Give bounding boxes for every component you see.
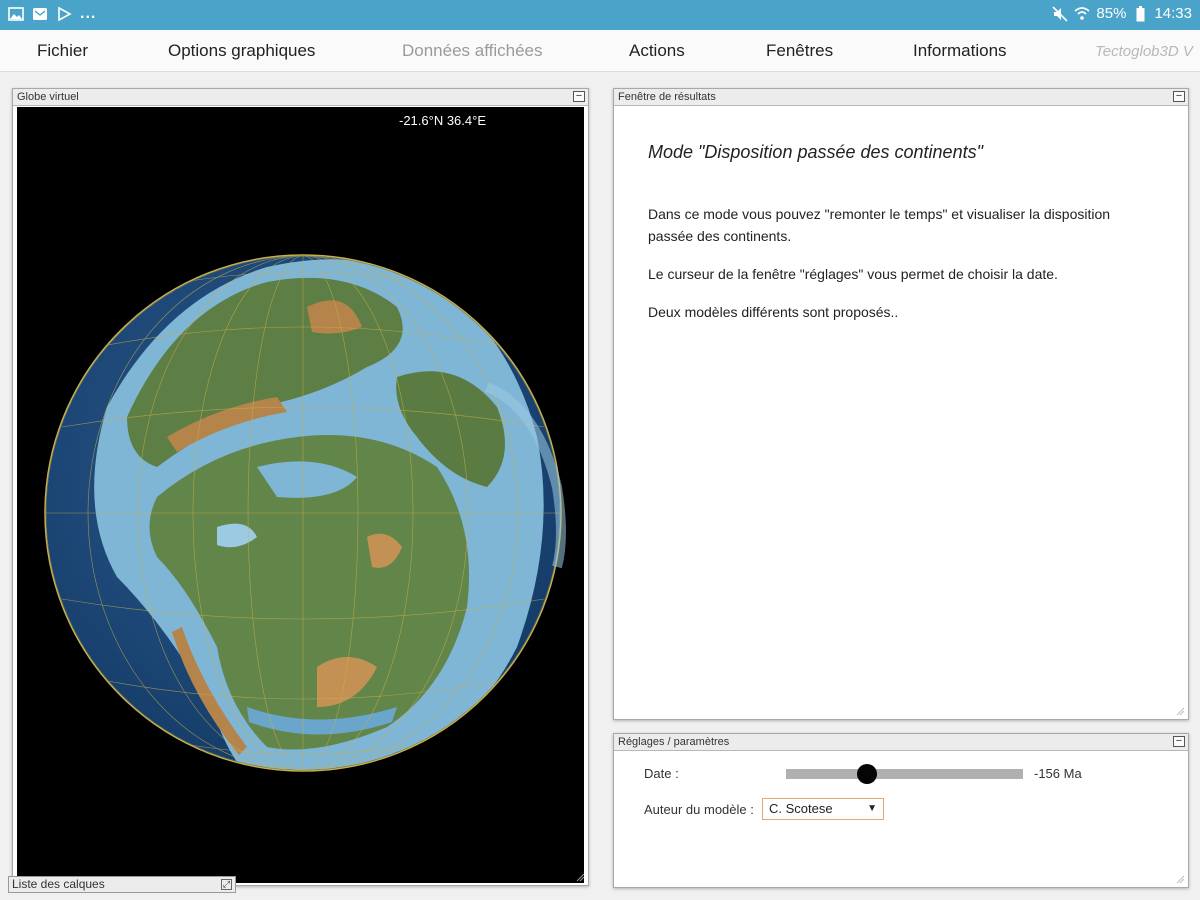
globe-panel-titlebar: Globe virtuel − bbox=[13, 89, 588, 106]
more-notifications: ... bbox=[80, 5, 97, 22]
menu-fenetres[interactable]: Fenêtres bbox=[766, 41, 833, 61]
settings-panel-resize-grip[interactable] bbox=[1176, 875, 1185, 884]
model-author-select[interactable]: C. Scotese ▼ bbox=[762, 798, 884, 820]
results-paragraph: Deux modèles différents sont proposés.. bbox=[648, 304, 899, 320]
layer-list-expand-button[interactable]: ⤢ bbox=[221, 879, 232, 890]
message-icon bbox=[32, 6, 48, 22]
globe-panel: Globe virtuel − -21.6°N 36.4°E bbox=[12, 88, 589, 886]
globe-panel-resize-grip[interactable] bbox=[576, 873, 585, 882]
menu-actions[interactable]: Actions bbox=[629, 41, 685, 61]
results-panel-collapse-button[interactable]: − bbox=[1173, 91, 1185, 102]
settings-panel-collapse-button[interactable]: − bbox=[1173, 736, 1185, 747]
status-bar: ... 85% 14:33 bbox=[0, 0, 1200, 30]
settings-panel-titlebar: Réglages / paramètres − bbox=[614, 734, 1188, 751]
results-heading: Mode "Disposition passée des continents" bbox=[648, 142, 983, 162]
globe-viewport[interactable]: -21.6°N 36.4°E bbox=[17, 107, 584, 883]
settings-panel: Réglages / paramètres − Date : -156 Ma A… bbox=[613, 733, 1189, 888]
date-slider-track[interactable] bbox=[786, 769, 1023, 779]
play-store-icon bbox=[56, 6, 72, 22]
battery-level: 85% bbox=[1096, 5, 1127, 22]
layer-list-tab[interactable]: Liste des calques ⤢ bbox=[8, 876, 236, 893]
date-slider-thumb[interactable] bbox=[856, 764, 877, 784]
menu-fichier[interactable]: Fichier bbox=[37, 41, 88, 61]
image-icon bbox=[8, 6, 24, 22]
results-panel-resize-grip[interactable] bbox=[1176, 707, 1185, 716]
results-panel-titlebar: Fenêtre de résultats − bbox=[614, 89, 1188, 106]
wifi-icon bbox=[1074, 6, 1090, 22]
date-value: -156 Ma bbox=[1034, 766, 1082, 781]
globe-panel-collapse-button[interactable]: − bbox=[573, 91, 585, 102]
clock: 14:33 bbox=[1154, 5, 1192, 22]
chevron-down-icon: ▼ bbox=[867, 803, 877, 814]
results-paragraph: Dans ce mode vous pouvez "remonter le te… bbox=[648, 206, 1111, 244]
layer-list-title: Liste des calques bbox=[12, 877, 105, 891]
menu-informations[interactable]: Informations bbox=[913, 41, 1007, 61]
mute-icon bbox=[1052, 5, 1068, 22]
menu-bar: Fichier Options graphiques Données affic… bbox=[0, 30, 1200, 72]
results-paragraph: Le curseur de la fenêtre "réglages" vous… bbox=[648, 266, 1058, 282]
globe-3d[interactable] bbox=[17, 107, 584, 883]
results-content: Mode "Disposition passée des continents"… bbox=[614, 106, 1188, 323]
menu-donnees-affichees[interactable]: Données affichées bbox=[402, 41, 543, 61]
globe-panel-title: Globe virtuel bbox=[17, 91, 79, 103]
battery-icon bbox=[1132, 5, 1148, 22]
cursor-coordinates: -21.6°N 36.4°E bbox=[399, 113, 487, 128]
model-author-label: Auteur du modèle : bbox=[644, 802, 754, 817]
results-panel: Fenêtre de résultats − Mode "Disposition… bbox=[613, 88, 1189, 720]
model-author-selected: C. Scotese bbox=[769, 801, 833, 816]
results-panel-title: Fenêtre de résultats bbox=[618, 91, 716, 103]
menu-options-graphiques[interactable]: Options graphiques bbox=[168, 41, 315, 61]
settings-panel-title: Réglages / paramètres bbox=[618, 736, 730, 748]
date-label: Date : bbox=[644, 766, 679, 781]
app-brand: Tectoglob3D V bbox=[1095, 43, 1193, 60]
